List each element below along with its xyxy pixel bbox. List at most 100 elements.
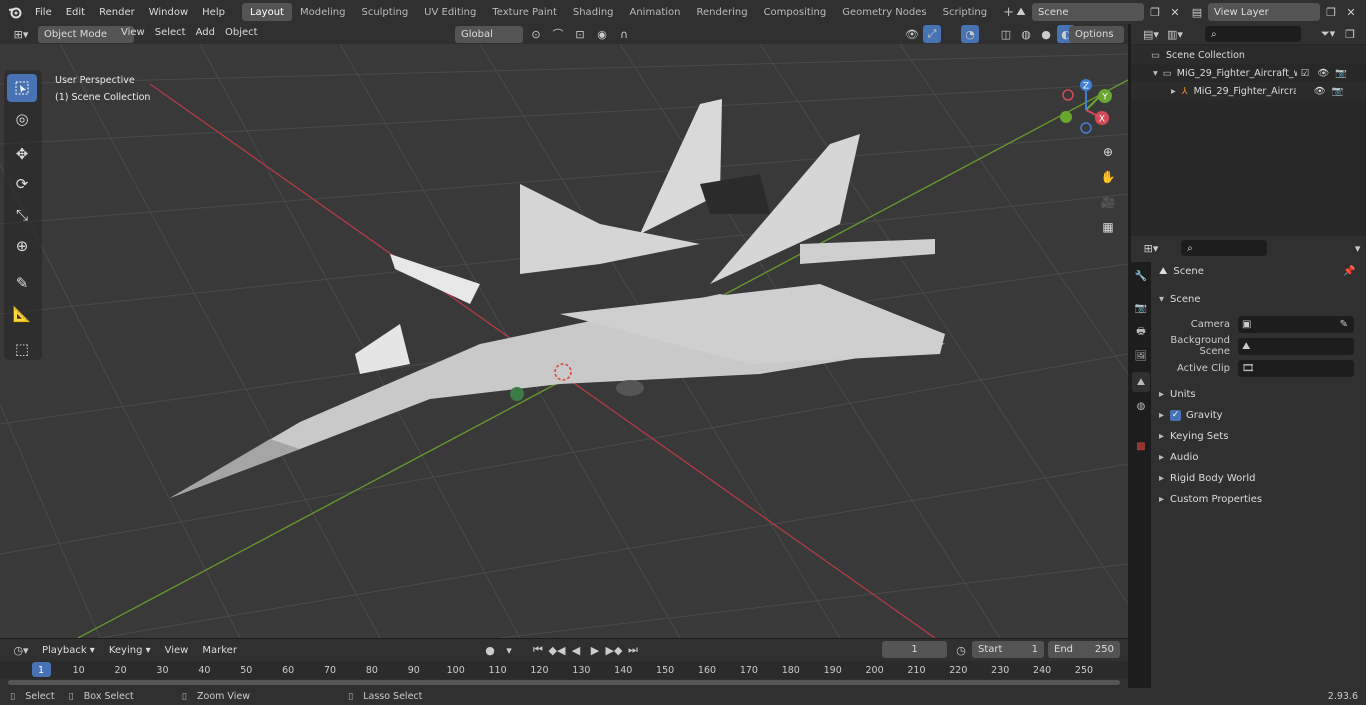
menu-window[interactable]: Window [142,7,195,18]
background-scene-field[interactable]: ⛰ [1238,337,1354,355]
display-mode-icon[interactable]: ▥▾ [1163,25,1187,43]
timeline-scrollbar[interactable] [8,680,1120,685]
jump-end-icon[interactable]: ⏭ [624,641,642,659]
tab-texture-paint[interactable]: Texture Paint [484,3,565,21]
gravity-panel-header[interactable]: ▸ ✓ Gravity [1159,405,1366,425]
active-clip-field[interactable]: 🎞 [1238,359,1354,377]
scene-tab-icon[interactable]: ⛰ [1132,372,1150,392]
tab-uv-editing[interactable]: UV Editing [416,3,484,21]
transform-orientation-dropdown[interactable]: Global [455,25,523,43]
rotate-tool-icon[interactable]: ⟳ [7,170,37,198]
menu-file[interactable]: File [28,7,59,18]
view-layer-browse-icon[interactable]: ▤ [1188,3,1206,21]
keying-sets-panel-header[interactable]: ▸ Keying Sets [1159,426,1366,446]
exclude-checkbox-icon[interactable]: ☑ [1301,68,1310,79]
delete-view-layer-icon[interactable]: ✕ [1342,3,1360,21]
world-tab-icon[interactable]: ◍ [1132,396,1150,416]
next-keyframe-icon[interactable]: ▶◆ [605,641,623,659]
menu-help[interactable]: Help [195,7,232,18]
current-frame-field[interactable]: 1 [882,641,947,658]
camera-field[interactable]: ▣ ✎ [1238,315,1354,333]
vp-menu-add[interactable]: Add [191,27,220,38]
editor-type-icon[interactable]: ⊞▾ [8,25,34,43]
view-layer-field[interactable]: View Layer [1208,3,1320,21]
move-tool-icon[interactable]: ✥ [7,140,37,168]
snap-icon[interactable]: ⌒ [549,25,567,43]
gravity-checkbox[interactable]: ✓ [1170,409,1182,421]
scale-tool-icon[interactable]: ⤡ [7,201,37,229]
rigid-body-panel-header[interactable]: ▸ Rigid Body World [1159,468,1366,488]
visibility-eye-icon[interactable]: 👁 [1314,86,1326,97]
outliner-search-input[interactable]: ⌕ [1205,26,1301,42]
jump-start-icon[interactable]: ⏮ [529,641,547,659]
new-view-layer-icon[interactable]: ❐ [1322,3,1340,21]
cursor-tool-icon[interactable]: ◎ [7,105,37,133]
render-camera-icon[interactable]: 📷 [1335,68,1347,79]
tab-rendering[interactable]: Rendering [688,3,755,21]
custom-properties-panel-header[interactable]: ▸ Custom Properties [1159,489,1366,509]
tab-modeling[interactable]: Modeling [292,3,354,21]
keying-menu[interactable]: Keying ▾ [102,641,157,659]
expand-arrow-icon[interactable]: ▸ [1171,86,1176,97]
filter-icon[interactable]: ⏷▾ [1315,25,1341,43]
timeline-editor-type-icon[interactable]: ◷▾ [8,641,34,659]
scene-panel-header[interactable]: ▾ Scene [1159,289,1366,309]
properties-search-input[interactable]: ⌕ [1181,240,1268,256]
outliner-editor-type-icon[interactable]: ▤▾ [1139,25,1163,43]
playback-menu[interactable]: Playback ▾ [36,641,101,659]
render-camera-icon[interactable]: 📷 [1332,86,1344,97]
wireframe-shading-icon[interactable]: ◍ [1017,25,1035,43]
play-icon[interactable]: ▶ [586,641,604,659]
pivot-point-icon[interactable]: ⊙ [527,25,545,43]
tab-shading[interactable]: Shading [565,3,622,21]
texture-tab-icon[interactable]: ▩ [1132,436,1150,456]
output-tab-icon[interactable]: 🖶 [1132,322,1150,342]
tab-geometry-nodes[interactable]: Geometry Nodes [834,3,934,21]
navigation-gizmo[interactable]: X Y Z [1054,78,1118,142]
zoom-view-icon[interactable]: ⊕ [1097,141,1119,163]
new-collection-icon[interactable]: ❐ [1341,25,1359,43]
overlay-toggle-icon[interactable]: ◔ [961,25,979,43]
gizmo-toggle-icon[interactable]: ⤢ [923,25,941,43]
proportional-edit-icon[interactable]: ◉ [593,25,611,43]
outliner-row-object[interactable]: ▸ ⅄ MiG_29_Fighter_Aircraft_ 👁 📷 [1131,82,1366,100]
view-layer-tab-icon[interactable]: 🖼 [1132,346,1150,366]
end-frame-field[interactable]: End 250 [1048,641,1120,658]
select-box-tool[interactable] [7,74,37,102]
marker-menu[interactable]: Marker [196,645,243,656]
vp-menu-view[interactable]: View [116,27,150,38]
tab-compositing[interactable]: Compositing [756,3,835,21]
units-panel-header[interactable]: ▸ Units [1159,384,1366,404]
menu-render[interactable]: Render [92,7,142,18]
tab-layout[interactable]: Layout [241,3,292,21]
scene-browse-icon[interactable]: ⛰ [1012,3,1030,21]
outliner-row-collection[interactable]: ▾ ▭ MiG_29_Fighter_Aircraft_with_ ☑ 👁 📷 [1131,64,1366,82]
start-frame-field[interactable]: Start 1 [972,641,1044,658]
options-dropdown[interactable]: Options [1069,26,1124,43]
tab-sculpting[interactable]: Sculpting [353,3,416,21]
new-scene-icon[interactable]: ❐ [1146,3,1164,21]
play-reverse-icon[interactable]: ◀ [567,641,585,659]
perspective-toggle-icon[interactable]: ▦ [1097,216,1119,238]
xray-toggle-icon[interactable]: ◫ [997,25,1015,43]
solid-shading-icon[interactable]: ● [1037,25,1055,43]
3d-viewport[interactable]: User Perspective (1) Scene Collection ◎ … [0,44,1128,638]
visibility-eye-icon[interactable]: 👁 [1317,68,1329,79]
transform-tool-icon[interactable]: ⊕ [7,232,37,260]
measure-tool-icon[interactable]: 📐 [7,300,37,328]
pin-icon[interactable]: 📌 [1343,266,1355,277]
blender-logo-icon[interactable] [6,3,24,21]
pan-view-icon[interactable]: ✋ [1097,166,1119,188]
vp-menu-object[interactable]: Object [220,27,263,38]
prev-keyframe-icon[interactable]: ◆◀ [548,641,566,659]
camera-view-icon[interactable]: 🎥 [1097,191,1119,213]
properties-options-icon[interactable]: ▾ [1349,239,1366,257]
properties-editor-type-icon[interactable]: ⊞▾ [1139,239,1163,257]
render-tab-icon[interactable]: 📷 [1132,298,1150,318]
scene-name-field[interactable]: Scene [1032,3,1144,21]
timeline-view-menu[interactable]: View [159,645,195,656]
add-cube-tool-icon[interactable]: ⬚ [7,335,37,363]
tool-tab-icon[interactable]: 🔧 [1132,266,1150,286]
falloff-icon[interactable]: ∩ [615,25,633,43]
menu-edit[interactable]: Edit [59,7,92,18]
